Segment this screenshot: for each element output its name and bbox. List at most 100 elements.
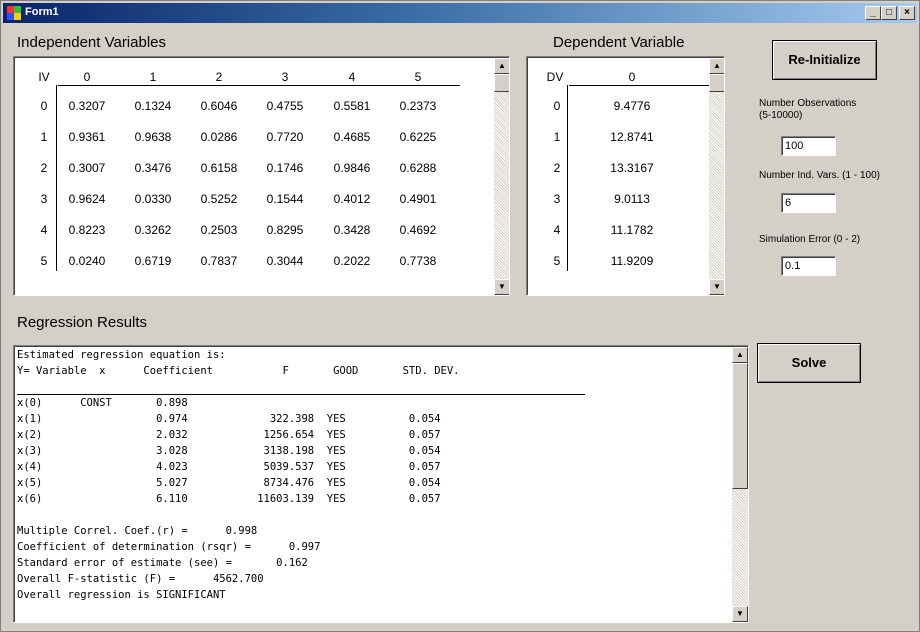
dv-scrollbar[interactable]: ▲ ▼ — [709, 58, 724, 295]
dv-cell[interactable]: 9.4776 — [602, 99, 662, 113]
iv-cell[interactable]: 0.4685 — [326, 130, 378, 144]
iv-column-header: 1 — [149, 70, 157, 84]
iv-cell[interactable]: 0.3207 — [61, 99, 113, 113]
iv-cell[interactable]: 0.9361 — [61, 130, 113, 144]
iv-cell[interactable]: 0.2373 — [392, 99, 444, 113]
result-line: x(1) 0.974 322.398 YES 0.054 — [17, 413, 441, 425]
result-line: x(3) 3.028 3138.198 YES 0.054 — [17, 445, 441, 457]
dv-row-index: 2 — [553, 161, 561, 175]
iv-cell[interactable]: 0.4012 — [326, 192, 378, 206]
iv-cell[interactable]: 0.3007 — [61, 161, 113, 175]
minimize-button[interactable]: _ — [865, 6, 881, 20]
dv-cell[interactable]: 9.0113 — [602, 192, 662, 206]
iv-header-divider — [58, 85, 460, 86]
iv-cell[interactable]: 0.2022 — [326, 254, 378, 268]
iv-scrollbar[interactable]: ▲ ▼ — [494, 58, 509, 295]
iv-cell[interactable]: 0.4692 — [392, 223, 444, 237]
iv-cell[interactable]: 0.0240 — [61, 254, 113, 268]
dv-cell[interactable]: 13.3167 — [602, 161, 662, 175]
iv-cell[interactable]: 0.5252 — [193, 192, 245, 206]
window-title: Form1 — [25, 6, 59, 18]
iv-cell[interactable]: 0.3428 — [326, 223, 378, 237]
simulation-error-label: Simulation Error (0 - 2) — [759, 234, 861, 245]
scroll-up-arrow-icon[interactable]: ▲ — [709, 58, 724, 74]
dv-cell[interactable]: 11.9209 — [602, 254, 662, 268]
iv-row-index: 2 — [40, 161, 48, 175]
result-line: Estimated regression equation is: — [17, 349, 226, 361]
dv-row-index: 4 — [553, 223, 561, 237]
iv-cell[interactable]: 0.8223 — [61, 223, 113, 237]
dv-corner-label: DV — [546, 70, 564, 84]
results-scroll-thumb[interactable] — [732, 363, 748, 489]
results-scrollbar[interactable]: ▲ ▼ — [732, 347, 748, 622]
iv-scroll-thumb[interactable] — [494, 74, 509, 92]
dv-cell[interactable]: 11.1782 — [602, 223, 662, 237]
number-ind-vars-input[interactable]: 6 — [781, 193, 836, 213]
result-line: Overall F-statistic (F) = 4562.700 — [17, 573, 264, 585]
result-line: Coefficient of determination (rsqr) = 0.… — [17, 541, 321, 553]
scroll-down-arrow-icon[interactable]: ▼ — [709, 279, 724, 295]
iv-cell[interactable]: 0.1324 — [127, 99, 179, 113]
iv-cell[interactable]: 0.9846 — [326, 161, 378, 175]
result-line: x(5) 5.027 8734.476 YES 0.054 — [17, 477, 441, 489]
dv-header-divider — [569, 85, 709, 86]
iv-cell[interactable]: 0.7720 — [259, 130, 311, 144]
maximize-button[interactable]: □ — [881, 6, 897, 20]
scroll-up-arrow-icon[interactable]: ▲ — [494, 58, 509, 74]
iv-row-index: 5 — [40, 254, 48, 268]
iv-cell[interactable]: 0.6158 — [193, 161, 245, 175]
iv-cell[interactable]: 0.7738 — [392, 254, 444, 268]
regression-results-textarea[interactable]: Estimated regression equation is: Y= Vari… — [13, 345, 749, 623]
iv-corner-label: IV — [38, 70, 50, 84]
iv-cell[interactable]: 0.1746 — [259, 161, 311, 175]
iv-row-index: 0 — [40, 99, 48, 113]
iv-cell[interactable]: 0.4755 — [259, 99, 311, 113]
dv-column-header: 0 — [628, 70, 636, 84]
result-line: x(0) CONST 0.898 — [17, 397, 188, 409]
result-line: Y= Variable x Coefficient F GOOD STD. DE… — [17, 365, 460, 377]
main-window: Form1 _ □ × Independent Variables Depend… — [0, 0, 920, 632]
iv-cell[interactable]: 0.6225 — [392, 130, 444, 144]
iv-cell[interactable]: 0.1544 — [259, 192, 311, 206]
iv-column-header: 3 — [281, 70, 289, 84]
regression-results-label: Regression Results — [17, 314, 148, 331]
simulation-error-input[interactable]: 0.1 — [781, 256, 836, 276]
iv-cell[interactable]: 0.4901 — [392, 192, 444, 206]
iv-cell[interactable]: 0.2503 — [193, 223, 245, 237]
dv-cell[interactable]: 12.8741 — [602, 130, 662, 144]
iv-cell[interactable]: 0.6719 — [127, 254, 179, 268]
result-line: Multiple Correl. Coef.(r) = 0.998 — [17, 525, 258, 537]
title-bar[interactable]: Form1 _ □ × — [3, 3, 917, 23]
scroll-down-arrow-icon[interactable]: ▼ — [732, 606, 748, 622]
number-observations-input[interactable]: 100 — [781, 136, 836, 156]
number-observations-label: Number Observations — [759, 98, 857, 109]
iv-cell[interactable]: 0.3044 — [259, 254, 311, 268]
reinitialize-button[interactable]: Re-Initialize — [772, 40, 877, 80]
scroll-up-arrow-icon[interactable]: ▲ — [732, 347, 748, 363]
iv-row-index: 1 — [40, 130, 48, 144]
dependent-variable-label: Dependent Variable — [553, 34, 685, 51]
dv-scroll-thumb[interactable] — [709, 74, 724, 92]
solve-button[interactable]: Solve — [757, 343, 861, 383]
iv-cell[interactable]: 0.0286 — [193, 130, 245, 144]
iv-column-header: 5 — [414, 70, 422, 84]
scroll-down-arrow-icon[interactable]: ▼ — [494, 279, 509, 295]
iv-cell[interactable]: 0.6288 — [392, 161, 444, 175]
iv-cell[interactable]: 0.3262 — [127, 223, 179, 237]
iv-column-header: 2 — [215, 70, 223, 84]
iv-cell[interactable]: 0.3476 — [127, 161, 179, 175]
app-icon — [7, 6, 21, 20]
dependent-grid[interactable]: DV 0 0 9.4776 1 12.8741 2 13.3167 3 9.0113 4 11.17… — [526, 56, 725, 296]
number-ind-vars-label: Number Ind. Vars. (1 - 100) — [759, 170, 880, 181]
close-button[interactable]: × — [899, 6, 915, 20]
result-line: x(6) 6.110 11603.139 YES 0.057 — [17, 493, 441, 505]
independent-grid[interactable]: IV 0 1 2 3 4 5 0 0.3207 0.1324 0.6046 0.4755 0.5581… — [13, 56, 510, 296]
iv-cell[interactable]: 0.5581 — [326, 99, 378, 113]
iv-cell[interactable]: 0.7837 — [193, 254, 245, 268]
iv-cell[interactable]: 0.8295 — [259, 223, 311, 237]
iv-cell[interactable]: 0.9638 — [127, 130, 179, 144]
iv-cell[interactable]: 0.9624 — [61, 192, 113, 206]
iv-cell[interactable]: 0.0330 — [127, 192, 179, 206]
iv-cell[interactable]: 0.6046 — [193, 99, 245, 113]
dv-row-index: 3 — [553, 192, 561, 206]
